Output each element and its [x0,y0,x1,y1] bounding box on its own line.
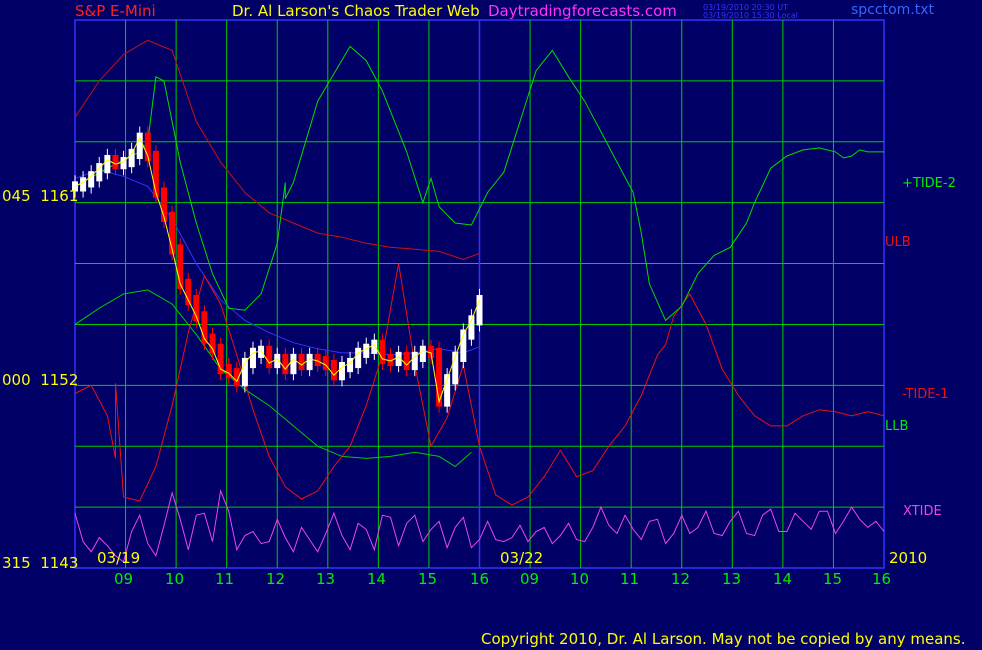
y-label-1161: 045 1161 [2,187,79,205]
price-bar [403,351,410,371]
price-bar [290,353,297,375]
price-bar [338,361,345,381]
price-bar [298,353,305,371]
chart-title: Dr. Al Larson's Chaos Trader Web [232,2,480,20]
legend-tide2: +TIDE-2 [902,176,956,191]
price-bar [419,345,426,362]
chart-svg [72,19,885,569]
legend-llb: LLB [885,419,909,434]
x-tick: 15 [823,570,843,588]
x-tick: 14 [773,570,793,588]
x-tick: 15 [418,570,438,588]
x-tick: 13 [316,570,336,588]
price-bar [436,347,443,407]
x-tick: 11 [215,570,235,588]
price-bar [185,278,192,306]
symbol-title: S&P E-Mini [75,2,156,20]
x-tick: 12 [266,570,286,588]
price-bar [241,357,248,387]
price-bar [225,364,232,379]
price-bar [363,343,370,358]
y-label-1152: 000 1152 [2,371,79,389]
copyright-notice: Copyright 2010, Dr. Al Larson. May not b… [481,630,966,648]
legend-ulb: ULB [885,235,911,250]
price-bar [104,154,111,174]
year-label: 2010 [889,549,928,567]
x-tick: 16 [872,570,892,588]
x-tick: 12 [671,570,691,588]
x-tick: 16 [470,570,490,588]
x-tick: 13 [722,570,742,588]
x-tick: 11 [620,570,640,588]
price-bar [249,347,256,369]
x-tick: 09 [520,570,540,588]
price-bar [355,347,362,369]
price-bar [128,148,135,168]
legend-tide1: -TIDE-1 [902,387,949,402]
price-bar [306,353,313,371]
price-bar [209,333,216,354]
timestamp-local: 03/19/2010 15:30 Local [703,11,798,20]
file-name: spcctom.txt [851,2,934,18]
price-bar [80,177,87,192]
site-name: Daytradingforecasts.com [488,2,677,20]
price-bar [379,339,386,365]
x-tick: 10 [165,570,185,588]
price-bar [476,295,483,326]
price-bar [468,315,475,340]
price-bar [330,359,337,381]
price-bar [371,339,378,354]
x-tick: 14 [367,570,387,588]
series-llb [74,289,472,468]
x-tick: 09 [114,570,134,588]
date-label-0319: 03/19 [97,549,141,567]
price-bar [411,351,418,371]
price-bar [112,154,119,170]
legend-xtide: XTIDE [903,504,942,519]
price-bar [282,353,289,375]
y-label-1143: 315 1143 [2,554,79,572]
price-bar [266,345,273,369]
x-tick: 10 [570,570,590,588]
date-label-0322: 03/22 [500,549,544,567]
